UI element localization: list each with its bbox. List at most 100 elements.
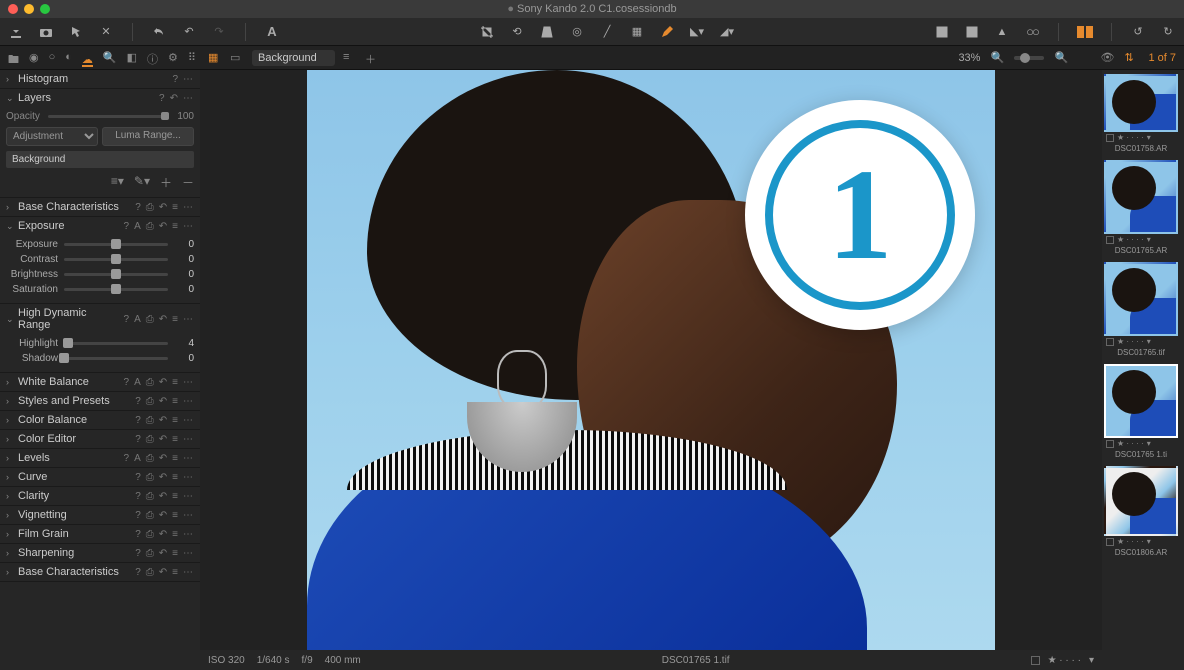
grid-view-icon[interactable]	[964, 24, 980, 40]
mask-icon[interactable]: ✎▾	[134, 174, 150, 191]
layer-opts-icon[interactable]: ≡▾	[111, 174, 124, 191]
library-tab-icon[interactable]: 🖿	[8, 51, 19, 65]
add-layer-icon[interactable]: ＋	[365, 51, 379, 65]
sort-icon[interactable]: ⇅	[1124, 51, 1138, 65]
rotate-left-icon[interactable]: ↺	[1130, 24, 1146, 40]
gradient-down-icon[interactable]: ◢▾	[719, 24, 735, 40]
undo-icon[interactable]	[151, 24, 167, 40]
histogram-header[interactable]: ›Histogram ?⋯	[0, 70, 200, 88]
maximize-window-icon[interactable]	[40, 4, 50, 14]
view-single-icon[interactable]: ▭	[230, 51, 244, 65]
thumbnail[interactable]: ★ · · · ·▾ DSC01765.tif	[1104, 262, 1178, 360]
keystone-icon[interactable]	[539, 24, 555, 40]
rotate-icon[interactable]: ⟲	[509, 24, 525, 40]
warning-icon[interactable]: ▲	[994, 24, 1010, 40]
basechar-header[interactable]: ›Base Characteristics ?⎙↶≡⋯	[0, 198, 200, 216]
output-tab-icon[interactable]: ⚙	[168, 51, 178, 65]
thumbnail[interactable]: ★ · · · ·▾ DSC01758.AR	[1104, 74, 1178, 156]
thumb-tag[interactable]: ▾	[1147, 537, 1151, 546]
thumb-checkbox[interactable]	[1106, 134, 1114, 142]
zoom-search-icon[interactable]: 🔍	[990, 51, 1004, 65]
thumb-tag[interactable]: ▾	[1147, 235, 1151, 244]
crop-icon[interactable]	[479, 24, 495, 40]
panel-base-characteristics[interactable]: ›Base Characteristics ?⎙↶≡⋯	[0, 563, 200, 581]
panel-vignetting[interactable]: ›Vignetting ?⎙↶≡⋯	[0, 506, 200, 524]
fit-icon[interactable]: 🔍	[1054, 51, 1068, 65]
view-grid-icon[interactable]: ▦	[208, 51, 222, 65]
rating-stars[interactable]: ★ · · · ·	[1048, 655, 1081, 666]
layers-header[interactable]: ⌄Layers ?↶⋯	[0, 89, 200, 107]
panel-color-editor[interactable]: ›Color Editor ?⎙↶≡⋯	[0, 430, 200, 448]
thumb-tag[interactable]: ▾	[1147, 439, 1151, 448]
slider-shadow[interactable]: Shadow 0	[6, 351, 194, 366]
thumb-rating[interactable]: ★ · · · ·	[1117, 133, 1144, 142]
minimize-window-icon[interactable]	[24, 4, 34, 14]
adjust-tab-icon[interactable]: ◧	[127, 51, 137, 65]
thumbnail[interactable]: ★ · · · ·▾ DSC01806.AR	[1104, 466, 1178, 560]
panel-levels[interactable]: ›Levels ?A⎙↶≡⋯	[0, 449, 200, 467]
brush-icon[interactable]	[659, 24, 675, 40]
help-icon[interactable]: ?	[159, 93, 165, 104]
panel-sharpening[interactable]: ›Sharpening ?⎙↶≡⋯	[0, 544, 200, 562]
import-icon[interactable]	[8, 24, 24, 40]
thumb-checkbox[interactable]	[1106, 338, 1114, 346]
adjustment-select[interactable]: Adjustment	[6, 127, 98, 146]
proof-icon[interactable]: 👁	[1100, 51, 1114, 65]
spot-icon[interactable]: ◎	[569, 24, 585, 40]
eraser-down-icon[interactable]: ◣▾	[689, 24, 705, 40]
hdr-header[interactable]: ⌄High Dynamic Range ?A⎙↶≡⋯	[0, 304, 200, 334]
canvas[interactable]: 1	[200, 70, 1102, 650]
reset-tool-icon[interactable]: ↶	[170, 93, 178, 104]
exposure-warn-icon[interactable]	[934, 24, 950, 40]
thumb-checkbox[interactable]	[1106, 538, 1114, 546]
capture-tab-icon[interactable]: ◉	[29, 51, 39, 65]
luma-range-button[interactable]: Luma Range...	[102, 127, 194, 146]
zoom-slider[interactable]	[1014, 56, 1044, 60]
thumb-rating[interactable]: ★ · · · ·	[1117, 235, 1144, 244]
close-window-icon[interactable]	[8, 4, 18, 14]
panel-white-balance[interactable]: ›White Balance ?A⎙↶≡⋯	[0, 373, 200, 391]
add-layer-icon[interactable]: ＋	[160, 174, 172, 191]
rotate-right-icon[interactable]: ↻	[1160, 24, 1176, 40]
metadata-tab-icon[interactable]: ⓘ	[147, 51, 158, 65]
layer-select[interactable]: Background	[252, 50, 335, 66]
slider-brightness[interactable]: Brightness 0	[6, 267, 194, 282]
auto-adjust-icon[interactable]: A	[264, 24, 280, 40]
menu-icon[interactable]: ⋯	[183, 74, 194, 85]
delete-icon[interactable]: ✕	[98, 24, 114, 40]
ruler-icon[interactable]: ╱	[599, 24, 615, 40]
thumbnail[interactable]: ★ · · · ·▾ DSC01765 1.ti	[1104, 364, 1178, 462]
focus-mask-icon[interactable]: ○○	[1024, 24, 1040, 40]
color-tag[interactable]: ▾	[1089, 655, 1094, 666]
before-after-icon[interactable]	[1077, 24, 1093, 40]
thumb-rating[interactable]: ★ · · · ·	[1117, 537, 1144, 546]
exposure-header[interactable]: ⌄Exposure ?A⎙↶≡⋯	[0, 217, 200, 235]
thumb-tag[interactable]: ▾	[1147, 133, 1151, 142]
rating-checkbox[interactable]	[1031, 656, 1040, 665]
details-tab-icon[interactable]: 🔍	[103, 51, 117, 65]
layer-background[interactable]: Background	[6, 151, 194, 168]
color-tab-icon[interactable]: ◐	[65, 51, 72, 65]
thumb-rating[interactable]: ★ · · · ·	[1117, 337, 1144, 346]
lens-tab-icon[interactable]: ○	[49, 51, 56, 65]
camera-icon[interactable]	[38, 24, 54, 40]
panel-styles-and-presets[interactable]: ›Styles and Presets ?⎙↶≡⋯	[0, 392, 200, 410]
slider-exposure[interactable]: Exposure 0	[6, 237, 194, 252]
thumb-checkbox[interactable]	[1106, 236, 1114, 244]
opacity-slider[interactable]: Opacity 100	[6, 111, 194, 122]
thumb-checkbox[interactable]	[1106, 440, 1114, 448]
slider-saturation[interactable]: Saturation 0	[6, 282, 194, 297]
help-icon[interactable]: ?	[172, 74, 178, 85]
slider-contrast[interactable]: Contrast 0	[6, 252, 194, 267]
batch-tab-icon[interactable]: ⠿	[188, 51, 196, 65]
exposure-tab-icon[interactable]: ☁	[82, 53, 93, 67]
thumbnail[interactable]: ★ · · · ·▾ DSC01765.AR	[1104, 160, 1178, 258]
thumb-tag[interactable]: ▾	[1147, 337, 1151, 346]
panel-clarity[interactable]: ›Clarity ?⎙↶≡⋯	[0, 487, 200, 505]
thumb-rating[interactable]: ★ · · · ·	[1117, 439, 1144, 448]
panel-film-grain[interactable]: ›Film Grain ?⎙↶≡⋯	[0, 525, 200, 543]
delete-layer-icon[interactable]: －	[182, 174, 194, 191]
menu-icon[interactable]: ⋯	[183, 93, 194, 104]
panel-curve[interactable]: ›Curve ?⎙↶≡⋯	[0, 468, 200, 486]
zoom-level[interactable]: 33%	[958, 52, 980, 64]
